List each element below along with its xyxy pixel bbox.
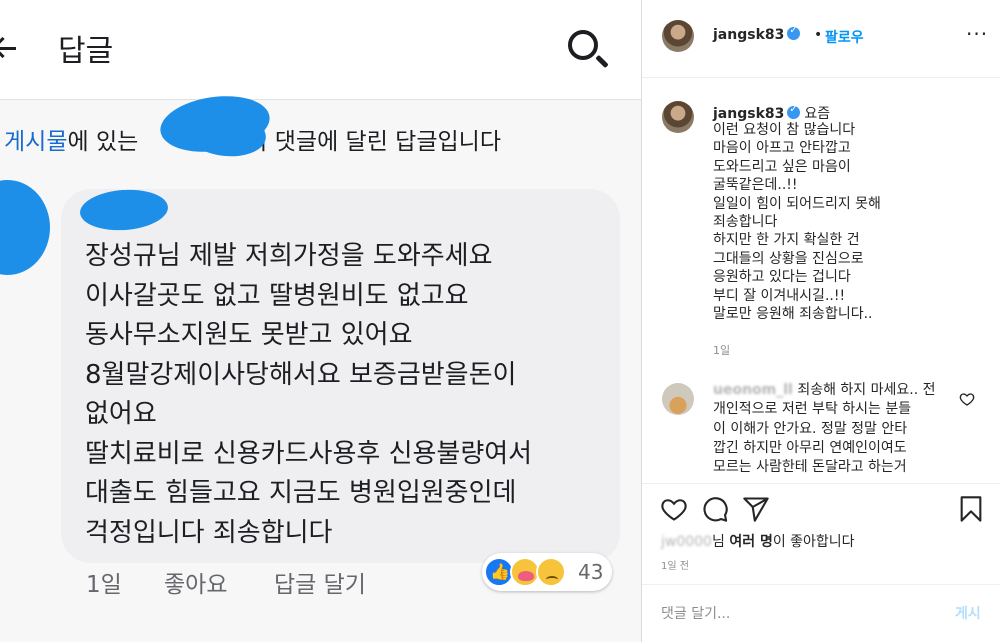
likes-others[interactable]: 여러 명 [729,534,773,550]
fb-like-action: 좋아요 [164,572,228,598]
commenter-username[interactable]: ueonom_ll [713,382,793,398]
divider [642,77,1000,78]
redaction-mark [0,180,50,275]
caption-first-line: 요즘 [804,106,831,122]
search-icon [568,30,598,60]
caption-line: 말로만 응원해 죄송합니다.. [713,306,873,323]
back-arrow-icon [0,47,16,50]
caption-line: 응원하고 있다는 겁니다 [713,269,851,286]
fb-comment-line: 8월말강제이사당해서요 보증금받을돈이 [85,359,517,390]
avatar[interactable] [662,20,694,52]
fb-comment-line: 없어요 [85,399,157,429]
fb-comment-line: 대출도 힘들고요 지금도 병원입원중인데 [85,478,517,508]
follow-button[interactable]: 팔로우 [825,27,864,47]
comment-line: 이 이해가 안가요. 정말 정말 안타 [713,420,908,437]
comment-line: 깝긴 하지만 아무리 연예인이여도 [713,439,907,456]
comment-line: 개인적으로 저런 부탁 하시는 분들 [713,401,912,418]
instagram-sidebar: jangsk83 • 팔로우 ··· jangsk83 요즘 이런 요청이 참 많… [641,0,1000,642]
verified-badge-icon [787,104,801,119]
caption-line: 마음이 아프고 안타깝고 [713,140,851,157]
sad-reaction-icon [536,557,566,587]
share-icon[interactable] [742,495,770,523]
fb-header-title: 답글 [58,34,114,69]
comment-icon[interactable] [701,495,729,523]
comment-line: 모르는 사람한테 돈달라고 하는거 [713,459,907,476]
fb-comment-line: 이사갈곳도 없고 딸병원비도 없고요 [85,280,469,311]
commenter-avatar[interactable] [662,383,694,415]
fb-comment-actions: 1일 좋아요 답글 달기 [86,565,366,599]
divider [642,584,1000,585]
fb-post-link: 게시물 [4,129,68,155]
caption-header: jangsk83 요즘 [713,103,830,123]
fb-header: 답글 [0,0,641,100]
username-text[interactable]: jangsk83 [713,27,784,43]
post-comment-button[interactable]: 게시 [955,603,981,623]
bookmark-icon[interactable] [957,495,985,523]
caption-line: 일일이 힘이 되어드리지 못해 [713,195,881,212]
caption-line: 부디 잘 이겨내시길..!! [713,287,846,304]
likes-tail: 이 좋아합니다 [772,534,855,550]
divider [642,483,1000,484]
caption-text: 이런 요청이 참 많습니다 마음이 아프고 안타깝고 도와드리고 싶은 마음이 … [713,121,881,323]
fb-context-pre: 에 있는 [67,129,139,155]
likes-mid: 님 [711,534,730,550]
caption-line: 그대들의 상황을 진심으로 [713,250,864,267]
fb-context-post: 의 댓글에 달린 답글입니다 [246,129,501,155]
post-time[interactable]: 1일 전 [661,557,689,572]
heart-icon[interactable] [660,495,688,523]
comment-first-line: 죄송해 하지 마세요.. 전 [797,382,936,398]
comment-like-heart-icon[interactable] [959,391,975,407]
fb-comment-line: 딸치료비로 신용카드사용후 신용불량여서 [85,438,533,469]
fb-comment-time: 1일 [86,572,122,598]
caption-line: 도와드리고 싶은 마음이 [713,158,851,175]
fb-comment-line: 장성규님 제발 저희가정을 도와주세요 [85,241,493,271]
fb-comment-line: 걱정입니다 죄송합니다 [85,517,333,548]
caption-time[interactable]: 1일 [713,342,730,358]
separator-dot: • [814,27,823,43]
caption-line: 죄송합니다 [713,214,778,231]
fb-reactions: 43 [482,553,612,591]
likes-summary[interactable]: jw0000님 여러 명이 좋아합니다 [661,531,855,551]
comment-input[interactable]: 댓글 달기... [661,603,730,623]
reaction-count: 43 [578,560,604,584]
fb-reply-action: 답글 달기 [274,572,366,598]
fb-comment-text: 장성규님 제발 저희가정을 도와주세요 이사갈곳도 없고 딸병원비도 없고요 동… [85,237,620,553]
caption-line: 이런 요청이 참 많습니다 [713,122,856,138]
verified-badge-icon [787,25,801,40]
header-username[interactable]: jangsk83 [713,25,801,43]
caption-line: 굴뚝같은데..!! [713,177,798,194]
caption-username[interactable]: jangsk83 [713,106,784,122]
post-actions [660,495,985,525]
post-image: 답글 게시물에 있는 의 댓글에 달린 답글입니다 장성규님 제발 저희가정을 도… [0,0,641,642]
fb-comment-line: 동사무소지원도 못받고 있어요 [85,320,413,350]
liker-username[interactable]: jw0000 [661,534,712,550]
more-icon[interactable]: ··· [966,24,988,44]
caption-line: 하지만 한 가지 확실한 건 [713,232,860,249]
comment-item: ueonom_ll 죄송해 하지 마세요.. 전 개인적으로 저런 부탁 하시는… [713,381,967,477]
caption-avatar[interactable] [662,101,694,133]
